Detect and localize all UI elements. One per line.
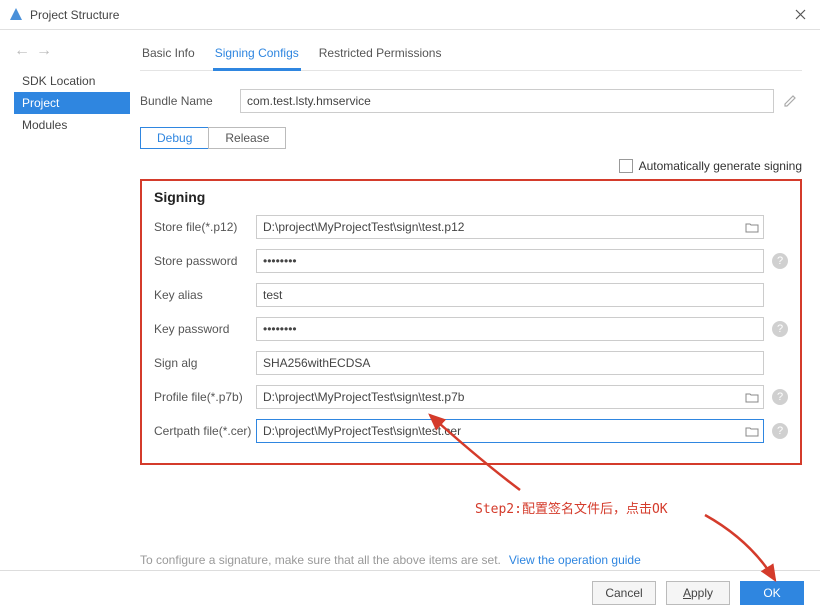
- tabs: Basic Info Signing Configs Restricted Pe…: [140, 42, 802, 71]
- help-link[interactable]: View the operation guide: [509, 553, 641, 567]
- profile-file-help-icon[interactable]: ?: [772, 389, 788, 405]
- button-label: Apply: [683, 586, 713, 600]
- button-label: OK: [763, 586, 780, 600]
- sidebar-item-sdk-location[interactable]: SDK Location: [14, 70, 130, 92]
- sidebar-item-project[interactable]: Project: [14, 92, 130, 114]
- certpath-file-label: Certpath file(*.cer): [154, 424, 256, 438]
- bundle-name-label: Bundle Name: [140, 94, 240, 108]
- bundle-name-input[interactable]: [240, 89, 774, 113]
- tab-basic-info[interactable]: Basic Info: [140, 42, 197, 70]
- key-alias-label: Key alias: [154, 288, 256, 302]
- sidebar-item-label: Project: [22, 96, 59, 110]
- sidebar-item-label: Modules: [22, 118, 67, 132]
- key-alias-input[interactable]: [256, 283, 764, 307]
- certpath-file-input[interactable]: [256, 419, 764, 443]
- help-text: To configure a signature, make sure that…: [140, 553, 501, 567]
- profile-file-input[interactable]: [256, 385, 764, 409]
- titlebar: Project Structure: [0, 0, 820, 30]
- signing-section: Signing Store file(*.p12) Store password…: [140, 179, 802, 465]
- store-password-label: Store password: [154, 254, 256, 268]
- sign-alg-input[interactable]: [256, 351, 764, 375]
- window-title: Project Structure: [30, 8, 788, 22]
- certpath-file-help-icon[interactable]: ?: [772, 423, 788, 439]
- sidebar: ← → SDK Location Project Modules: [0, 30, 130, 570]
- certpath-file-browse-icon[interactable]: [743, 422, 761, 440]
- content-pane: Basic Info Signing Configs Restricted Pe…: [130, 30, 820, 570]
- profile-file-browse-icon[interactable]: [743, 388, 761, 406]
- subtab-label: Release: [225, 131, 269, 145]
- key-password-input[interactable]: [256, 317, 764, 341]
- profile-file-label: Profile file(*.p7b): [154, 390, 256, 404]
- apply-button[interactable]: Apply: [666, 581, 730, 605]
- store-password-help-icon[interactable]: ?: [772, 253, 788, 269]
- auto-generate-checkbox[interactable]: [619, 159, 633, 173]
- close-button[interactable]: [788, 3, 812, 27]
- sign-alg-label: Sign alg: [154, 356, 256, 370]
- app-logo-icon: [8, 7, 24, 23]
- subtab-release[interactable]: Release: [208, 127, 286, 149]
- store-file-label: Store file(*.p12): [154, 220, 256, 234]
- sidebar-item-modules[interactable]: Modules: [14, 114, 130, 136]
- sidebar-item-label: SDK Location: [22, 74, 95, 88]
- tab-signing-configs[interactable]: Signing Configs: [213, 42, 301, 71]
- footer: Cancel Apply OK: [0, 570, 820, 615]
- auto-generate-label: Automatically generate signing: [639, 159, 802, 173]
- signing-title: Signing: [154, 189, 788, 205]
- tab-label: Basic Info: [142, 46, 195, 60]
- ok-button[interactable]: OK: [740, 581, 804, 605]
- edit-bundle-icon[interactable]: [782, 93, 802, 109]
- tab-label: Restricted Permissions: [319, 46, 442, 60]
- nav-back-button[interactable]: ←: [14, 42, 30, 60]
- subtab-debug[interactable]: Debug: [140, 127, 208, 149]
- store-file-browse-icon[interactable]: [743, 218, 761, 236]
- store-file-input[interactable]: [256, 215, 764, 239]
- key-password-label: Key password: [154, 322, 256, 336]
- key-password-help-icon[interactable]: ?: [772, 321, 788, 337]
- tab-restricted-permissions[interactable]: Restricted Permissions: [317, 42, 444, 70]
- cancel-button[interactable]: Cancel: [592, 581, 656, 605]
- button-label: Cancel: [605, 586, 642, 600]
- tab-label: Signing Configs: [215, 46, 299, 60]
- nav-forward-button[interactable]: →: [36, 42, 52, 60]
- subtab-label: Debug: [157, 131, 192, 145]
- store-password-input[interactable]: [256, 249, 764, 273]
